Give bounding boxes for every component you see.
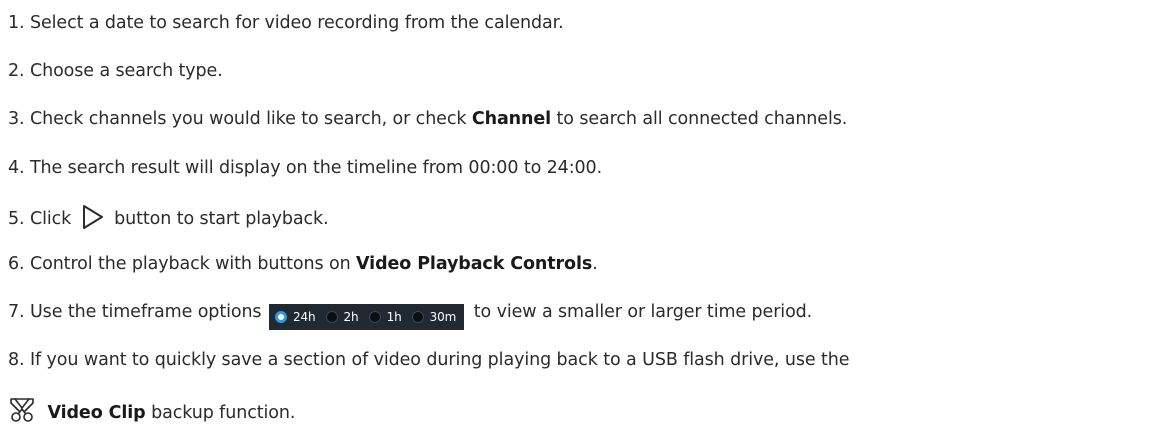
step-5: 5. Click button to start playback. (8, 204, 329, 237)
video-playback-controls-term: Video Playback Controls (356, 254, 593, 274)
step-text: If you want to quickly save a section of… (29, 350, 850, 370)
step-1: 1. Select a date to search for video rec… (8, 11, 564, 35)
step-text: Check channels you would like to search,… (29, 109, 467, 129)
step-8: 8. If you want to quickly save a section… (8, 348, 849, 372)
instructions-document: 1. Select a date to search for video rec… (0, 0, 1164, 446)
step-number: 3. (8, 109, 25, 129)
channel-term: Channel (471, 109, 552, 129)
step-text: Select a date to search for video record… (29, 13, 564, 33)
step-number: 4. (8, 158, 25, 178)
timeframe-options-toolbar: 24h 2h 1h 30m (268, 304, 465, 330)
step-2: 2. Choose a search type. (8, 59, 223, 83)
step-text: Click (29, 209, 72, 229)
step-text: The search result will display on the ti… (29, 158, 603, 178)
step-number: 8. (8, 350, 25, 370)
radio-24h-selected-icon[interactable] (274, 311, 287, 323)
timeframe-label-24h: 24h (292, 310, 316, 324)
step-text: Use the timeframe options (29, 302, 262, 322)
play-outline-icon (81, 204, 105, 237)
step-text: to view a smaller or larger time period. (473, 302, 813, 322)
step-text: . (592, 254, 598, 274)
timeframe-label-2h: 2h (343, 310, 359, 324)
step-text: backup function. (151, 403, 296, 423)
timeframe-label-30m: 30m (429, 310, 457, 324)
step-number: 2. (8, 61, 25, 81)
step-6: 6. Control the playback with buttons on … (8, 252, 598, 276)
radio-30m-icon[interactable] (411, 311, 424, 323)
radio-1h-icon[interactable] (368, 311, 381, 323)
step-number: 6. (8, 254, 25, 274)
step-number: 1. (8, 13, 25, 33)
scissors-icon (8, 396, 36, 431)
radio-2h-icon[interactable] (325, 311, 338, 323)
step-text: Control the playback with buttons on (29, 254, 351, 274)
step-text: button to start playback. (114, 209, 329, 229)
step-number: 7. (8, 302, 25, 322)
step-4: 4. The search result will display on the… (8, 156, 602, 180)
step-text: Choose a search type. (29, 61, 223, 81)
video-clip-term: Video Clip (47, 403, 146, 423)
step-text: to search all connected channels. (556, 109, 848, 129)
timeframe-label-1h: 1h (386, 310, 402, 324)
step-7: 7. Use the timeframe options 24h 2h 1h 3… (8, 300, 812, 330)
step-3: 3. Check channels you would like to sear… (8, 107, 847, 131)
step-8-continued: Video Clip backup function. (8, 396, 295, 431)
step-number: 5. (8, 209, 25, 229)
